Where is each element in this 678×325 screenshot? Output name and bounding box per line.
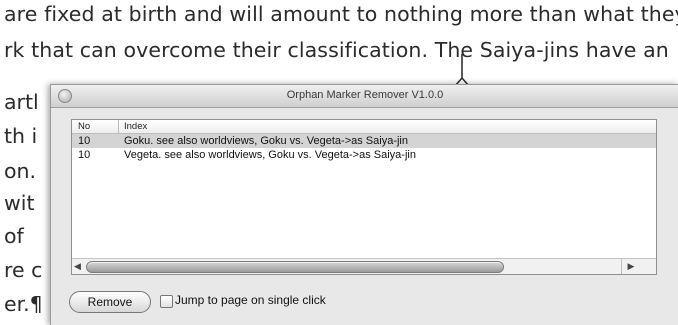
row-index: Goku. see also worldviews, Goku vs. Vege…	[124, 135, 408, 147]
list-row[interactable]: 10 Goku. see also worldviews, Goku vs. V…	[72, 134, 656, 148]
remove-button[interactable]: Remove	[69, 291, 151, 313]
row-no: 10	[78, 135, 91, 147]
arrow-right-icon[interactable]: ▶	[621, 259, 640, 274]
scrollbar-thumb[interactable]	[86, 261, 504, 273]
text-cursor-icon	[454, 54, 470, 87]
orphan-list[interactable]: No Index 10 Goku. see also worldviews, G…	[71, 119, 657, 275]
arrow-left-icon[interactable]: ◀	[74, 261, 81, 272]
document-line-2: rk that can overcome their classificatio…	[4, 38, 669, 62]
column-header-no[interactable]: No	[78, 121, 90, 132]
orphan-marker-remover-window: Orphan Marker Remover V1.0.0 No Index 10…	[50, 84, 678, 325]
document-fragment: on.	[4, 159, 37, 183]
document-fragment: er.¶	[4, 292, 43, 316]
column-header-index[interactable]: Index	[124, 121, 147, 132]
document-fragment: wit	[4, 191, 35, 215]
title-bar[interactable]: Orphan Marker Remover V1.0.0	[51, 85, 678, 108]
row-index: Vegeta. see also worldviews, Goku vs. Ve…	[124, 149, 416, 161]
window-title: Orphan Marker Remover V1.0.0	[286, 89, 444, 101]
horizontal-scrollbar[interactable]: ◀ ▶	[72, 258, 656, 274]
list-header: No Index	[72, 120, 656, 134]
document-fragment: th i	[4, 124, 38, 148]
document-line-1: are fixed at birth and will amount to no…	[4, 2, 678, 26]
document-fragment: re c	[4, 258, 43, 282]
document-fragment: artl	[4, 90, 39, 114]
column-divider	[118, 120, 119, 133]
jump-to-page-label[interactable]: Jump to page on single click	[175, 293, 326, 307]
document-fragment: of	[4, 224, 24, 248]
row-no: 10	[78, 149, 91, 161]
jump-to-page-checkbox[interactable]	[160, 295, 173, 308]
list-row[interactable]: 10 Vegeta. see also worldviews, Goku vs.…	[72, 148, 656, 162]
